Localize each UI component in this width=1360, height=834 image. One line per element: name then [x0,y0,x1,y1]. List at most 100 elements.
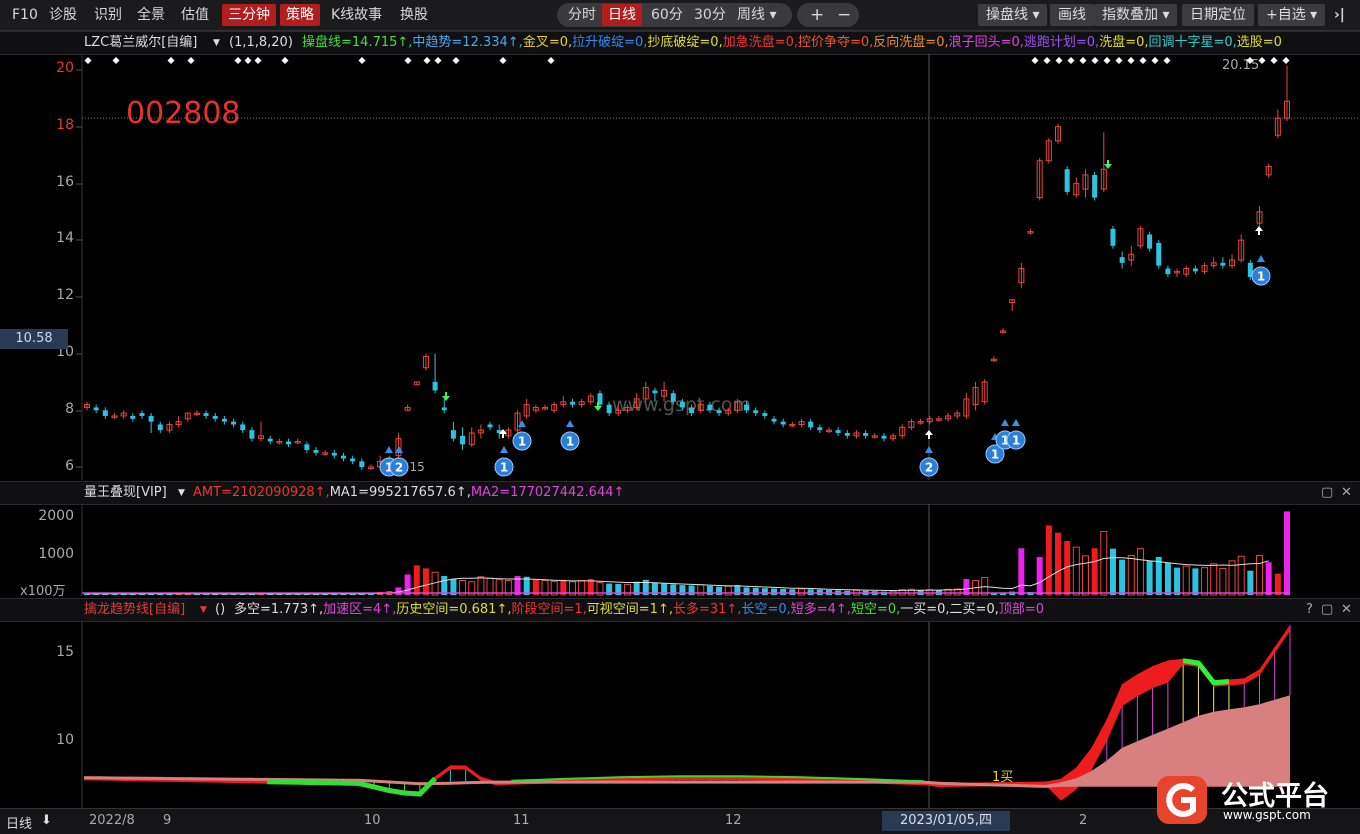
zoom-in-button[interactable]: + [804,4,830,26]
toolbar-button-4[interactable]: +自选 ▾ [1258,4,1326,26]
volume-bar [1155,557,1162,595]
toolbar-button-0[interactable]: 操盘线 ▾ [978,4,1048,26]
candle-body [331,452,337,456]
restore-icon[interactable]: ▢ [1321,599,1333,621]
signal-diamond-icon [234,57,242,64]
volume-bar [771,588,778,595]
volume-bar [422,568,429,595]
date-label: 12 [725,813,742,828]
trend-indicator-bar: 擒龙趋势线[自编] ▼ () 多空=1.773↑,加速区=4↑,历史空间=0.6… [0,598,1360,622]
tab-4[interactable]: 周线 ▾ [731,4,782,26]
candle-body [1147,234,1153,249]
candle-body [780,421,786,425]
volume-indicator-bar: 量王叠现[VIP] ▼ AMT=2102090928↑,MA1=99521765… [0,481,1360,505]
toolbar-item-7[interactable]: K线故事 [325,4,388,26]
chevron-down-icon[interactable]: ▼ [200,599,207,621]
signal-circle-label: 1 [518,435,526,449]
toolbar-item-1[interactable]: 诊股 [43,4,83,26]
candle-body [863,432,869,436]
close-icon[interactable]: ✕ [1341,482,1352,504]
signal-diamond-icon [1067,57,1075,64]
candlestick-chart[interactable]: 1 2 11 1211 11 [0,54,1360,480]
toolbar-item-0[interactable]: F10 [6,4,44,26]
volume-bar [1256,554,1264,596]
signal-diamond-icon [1055,57,1063,64]
arrow-down-icon[interactable]: ⬇ [41,813,52,828]
volume-indicator-values: AMT=2102090928↑,MA1=995217657.6↑,MA2=177… [193,482,624,504]
indicator-value: 浪子回头=0, [948,35,1024,50]
tab-2[interactable]: 60分 [645,4,689,26]
exit-icon[interactable]: ›| [1328,4,1351,26]
candle-body [817,427,823,431]
tab-0[interactable]: 分时 [562,4,602,26]
toolbar-item-2[interactable]: 识别 [88,4,128,26]
volume-bar [1081,555,1089,596]
restore-icon[interactable]: ▢ [1321,482,1333,504]
candle-body [1192,268,1198,272]
candle-body [313,449,319,453]
volume-bar [1054,532,1061,595]
signal-diamond-icon [434,57,442,64]
candle-body [652,390,658,394]
chevron-down-icon[interactable]: ▼ [178,482,185,504]
toolbar-button-2[interactable]: 指数叠加 ▾ [1094,4,1178,26]
volume-bar [1109,548,1116,595]
top-toolbar: F10 诊股 识别 全景 估值 三分钟 策略 K线故事 换股 分时 日线 60分 30分 周线 ▾ + … [0,0,1360,31]
candle-body [139,413,145,416]
close-icon[interactable]: ✕ [1341,599,1352,621]
signal-diamond-icon [358,57,366,64]
zoom-out-button[interactable]: − [831,4,857,26]
signal-arrow-icon [1012,419,1020,426]
indicator-value: 反向洗盘=0, [873,35,949,50]
signal-circle-label: 2 [925,461,933,475]
volume-chart[interactable] [0,504,1360,596]
candle-body [689,407,695,414]
indicator-value: AMT=2102090928↑, [193,485,330,500]
candle-body [1220,262,1226,266]
signal-diamond-icon [1079,57,1087,64]
volume-bar [1100,531,1108,596]
toolbar-item-4[interactable]: 估值 [175,4,215,26]
indicator-value: 金叉=0, [522,35,573,50]
candle-body [441,407,447,411]
tab-3[interactable]: 30分 [688,4,732,26]
volume-bar [1164,563,1171,595]
signal-circle-label: 1 [991,448,999,462]
chevron-down-icon[interactable]: ▼ [213,32,220,54]
indicator-value: 加急洗盘=0, [722,35,798,50]
candle-body [1156,242,1162,266]
candle-body [835,430,841,433]
candle-body [716,410,722,414]
toolbar-item-5[interactable]: 三分钟 [222,4,276,26]
help-icon[interactable]: ? [1306,599,1313,621]
toolbar-button-3[interactable]: 日期定位 [1182,4,1254,26]
volume-bar [1201,567,1209,596]
candle-body [762,413,768,416]
tab-1[interactable]: 日线 [602,4,642,26]
volume-indicator-name[interactable]: 量王叠现[VIP] [84,482,167,504]
period-label[interactable]: 日线 [6,813,32,832]
main-indicator-name[interactable]: LZC葛兰威尔[自编] [84,32,197,54]
toolbar-item-6[interactable]: 策略 [280,4,320,26]
indicator-value: MA1=995217657.6↑, [329,485,471,500]
indicator-value: 长空=0, [741,602,791,617]
ma1-line [87,557,1269,595]
main-indicator-bar: LZC葛兰威尔[自编] ▼ (1,1,8,20) 操盘线=14.715↑,中趋势… [0,31,1360,55]
signal-diamond-icon [547,57,555,64]
indicator-value: 拉升破绽=0, [572,35,648,50]
toolbar-item-3[interactable]: 全景 [131,4,171,26]
signal-arrow-icon [385,446,393,453]
buy-signal-label: 1买 [992,770,1014,785]
candle-body [460,435,466,445]
indicator-value: 历史空间=0.681↑, [396,602,512,617]
volume-bar [1018,548,1025,595]
signal-diamond-icon [1091,57,1099,64]
toolbar-button-1[interactable]: 画线 [1050,4,1094,26]
indicator-value: 洗盘=0, [1099,35,1149,50]
signal-diamond-icon [1163,57,1171,64]
trend-indicator-name[interactable]: 擒龙趋势线[自编] [84,599,185,621]
candle-body [1064,169,1070,192]
date-label: 9 [163,813,172,828]
toolbar-item-8[interactable]: 换股 [394,4,434,26]
volume-bar [1228,560,1236,596]
